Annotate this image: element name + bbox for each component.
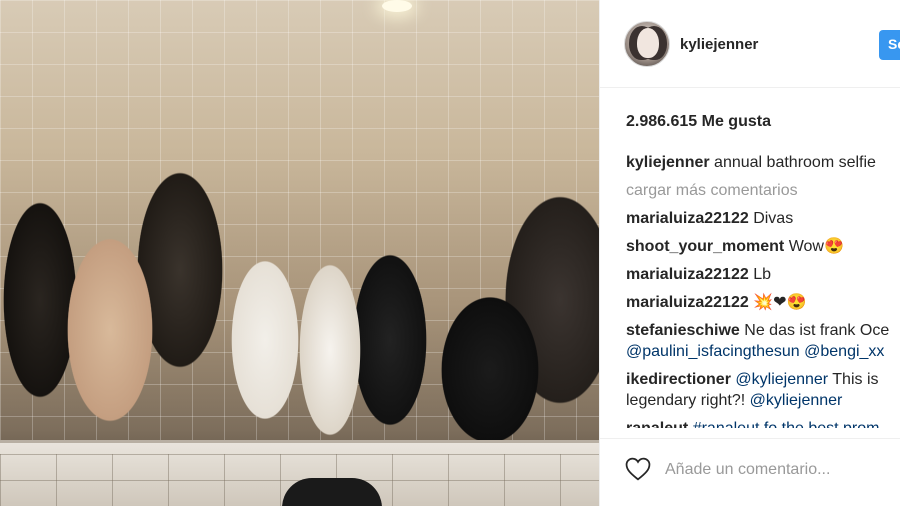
like-count[interactable]: 2.986.615 Me gusta xyxy=(626,113,771,131)
comment-text: Lb xyxy=(748,266,771,283)
follow-button[interactable]: Se xyxy=(879,30,900,60)
comment-item: marialuiza22122 Divas xyxy=(626,208,900,229)
post-footer: Añade un comentario... xyxy=(600,438,900,506)
caption-text: annual bathroom selfie xyxy=(709,154,876,171)
comment-text: 💥❤😍 xyxy=(748,294,807,311)
photo-sink-drain xyxy=(282,478,382,506)
comment-item: marialuiza22122 💥❤😍 xyxy=(626,292,900,313)
avatar[interactable] xyxy=(624,21,670,67)
load-more-comments-link[interactable]: cargar más comentarios xyxy=(626,180,900,201)
comment-mention[interactable]: @kyliejenner xyxy=(735,371,828,388)
heart-icon[interactable] xyxy=(624,457,652,481)
comment-item: stefanieschiwe Ne das ist frank Oce @pau… xyxy=(626,320,900,362)
comment-mention[interactable]: @paulini_isfacingthesun xyxy=(626,343,800,360)
comment-text: #ranaleut fo the best prom xyxy=(688,420,880,428)
comment-item: shoot_your_moment Wow😍 xyxy=(626,236,900,257)
post-username[interactable]: kyliejenner xyxy=(680,36,758,53)
photo-group-of-people xyxy=(0,150,599,445)
comment-item: ikedirectioner @kyliejenner This is lege… xyxy=(626,369,900,411)
comment-username[interactable]: marialuiza22122 xyxy=(626,294,749,311)
comment-username[interactable]: stefanieschiwe xyxy=(626,322,740,339)
comment-text: Ne das ist frank Oce xyxy=(739,322,890,339)
post-header: kyliejenner Se xyxy=(600,0,900,88)
comment-item: ranaleut #ranaleut fo the best prom xyxy=(626,418,900,428)
comment-username[interactable]: shoot_your_moment xyxy=(626,238,784,255)
post-photo[interactable] xyxy=(0,0,599,506)
caption: kyliejenner annual bathroom selfie xyxy=(626,152,900,173)
comment-mention[interactable]: @bengi_xx xyxy=(804,343,884,360)
comment-mention[interactable]: @kyliejenner xyxy=(750,392,843,409)
comment-text: Divas xyxy=(748,210,794,227)
comment-username[interactable]: marialuiza22122 xyxy=(626,210,749,227)
comment-username[interactable]: ikedirectioner xyxy=(626,371,731,388)
post-side-panel: kyliejenner Se 2.986.615 Me gusta kyliej… xyxy=(599,0,900,506)
caption-username[interactable]: kyliejenner xyxy=(626,154,710,171)
add-comment-input[interactable]: Añade un comentario... xyxy=(665,461,830,479)
comment-username[interactable]: marialuiza22122 xyxy=(626,266,749,283)
comment-username[interactable]: ranaleut xyxy=(626,420,688,428)
comment-item: marialuiza22122 Lb xyxy=(626,264,900,285)
comment-text: Wow😍 xyxy=(784,238,844,255)
comment-list[interactable]: kyliejenner annual bathroom selfie carga… xyxy=(626,152,900,428)
photo-ceiling-light xyxy=(382,0,412,12)
